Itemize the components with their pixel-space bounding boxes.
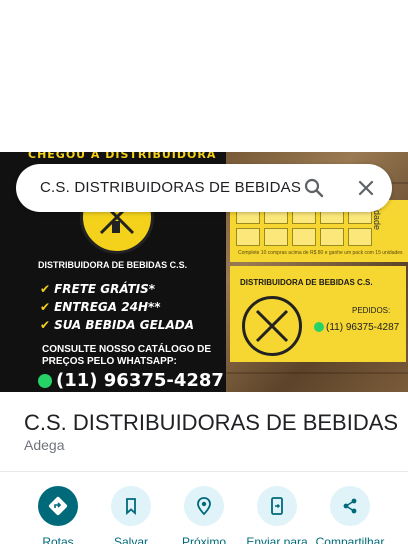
action-label: Rotas — [42, 535, 74, 544]
nearby-button[interactable]: Próximo — [167, 486, 241, 544]
save-button[interactable]: Salvar — [94, 486, 168, 544]
search-bar[interactable]: C.S. DISTRIBUIDORAS DE BEBIDAS — [16, 164, 392, 212]
place-title: C.S. DISTRIBUIDORAS DE BEBIDAS — [24, 410, 399, 435]
wood-grain — [226, 372, 408, 374]
place-category[interactable]: Adega — [24, 437, 64, 453]
directions-icon — [48, 496, 68, 516]
search-query[interactable]: C.S. DISTRIBUIDORAS DE BEBIDAS — [40, 179, 301, 196]
action-label: Salvar — [113, 535, 148, 544]
action-label: Próximo — [181, 535, 226, 544]
bookmark-icon — [126, 498, 136, 515]
directions-button[interactable]: Rotas — [21, 486, 95, 544]
business-card-phone: (11) 96375-4287 — [314, 322, 399, 333]
share-icon — [343, 498, 357, 514]
send-to-phone-button[interactable]: Enviar para — [240, 486, 314, 544]
business-card-title: DISTRIBUIDORA DE BEBIDAS C.S. — [240, 278, 373, 287]
action-label: Compartilhar — [315, 535, 385, 544]
close-icon[interactable] — [354, 176, 378, 200]
send-to-phone-icon — [271, 497, 283, 515]
nearby-icon — [197, 497, 211, 516]
flyer-perk: ✔ FRETE GRÁTIS* — [40, 282, 156, 296]
business-card: DISTRIBUIDORA DE BEBIDAS C.S. PEDIDOS: (… — [230, 266, 406, 362]
divider — [0, 471, 408, 472]
business-card-logo — [242, 296, 302, 356]
action-bar: Rotas Salvar Próximo Enviar para Compart… — [0, 486, 408, 544]
search-icon[interactable] — [302, 176, 326, 200]
whatsapp-icon — [38, 374, 52, 388]
flyer-perk: ✔ ENTREGA 24H** — [40, 300, 161, 314]
share-button[interactable]: Compartilhar — [313, 486, 387, 544]
flyer-perk: ✔ SUA BEBIDA GELADA — [40, 318, 194, 332]
whatsapp-icon — [314, 322, 324, 333]
action-label: Enviar para — [246, 535, 308, 544]
flyer-consult-text: CONSULTE NOSSO CATÁLOGO DE PREÇOS PELO W… — [42, 344, 212, 367]
flyer-title: DISTRIBUIDORA DE BEBIDAS C.S. — [38, 260, 188, 270]
flyer-phone: (11) 96375-4287 — [38, 370, 224, 391]
loyalty-note: Complete 10 compras acima de R$ 80 e gan… — [238, 250, 403, 256]
map-blank-area — [0, 0, 408, 152]
orders-label: PEDIDOS: — [352, 306, 391, 315]
